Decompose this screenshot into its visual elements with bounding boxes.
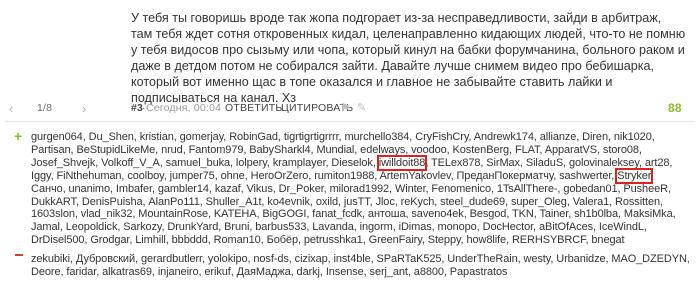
comment-body: У тебя ты говоришь вроде так жопа подгор… <box>131 11 686 105</box>
highlighted-user-2[interactable]: Stryker <box>615 167 653 184</box>
page-indicator: 1/8 <box>37 102 53 114</box>
share-icon[interactable]: ✎ <box>357 100 366 117</box>
dislikers-list: zekubiki, Дубровский, gerardbutlerr, yol… <box>31 253 690 278</box>
chevron-right-icon[interactable]: › <box>82 100 87 117</box>
reply-button[interactable]: ОТВЕТИТЬ <box>225 100 282 117</box>
chevron-left-icon[interactable]: ‹ <box>9 100 14 117</box>
divider <box>5 121 695 122</box>
comment-toolbar: ‹ 1/8 › #3 · Сегодня, 00:04 ОТВЕТИТЬ ЦИТ… <box>0 100 700 117</box>
minus-icon <box>15 254 23 256</box>
comment-score: 88 <box>668 101 682 115</box>
highlighted-user-1[interactable]: iwilldoit88 <box>376 154 428 171</box>
plus-icon: + <box>14 128 23 144</box>
likers-list: gurgen064, Du_Shen, kristian, gomerjay, … <box>31 131 691 247</box>
report-icon[interactable]: ⚑ <box>340 100 351 117</box>
comment-timestamp: Сегодня, 00:04 <box>146 102 222 114</box>
